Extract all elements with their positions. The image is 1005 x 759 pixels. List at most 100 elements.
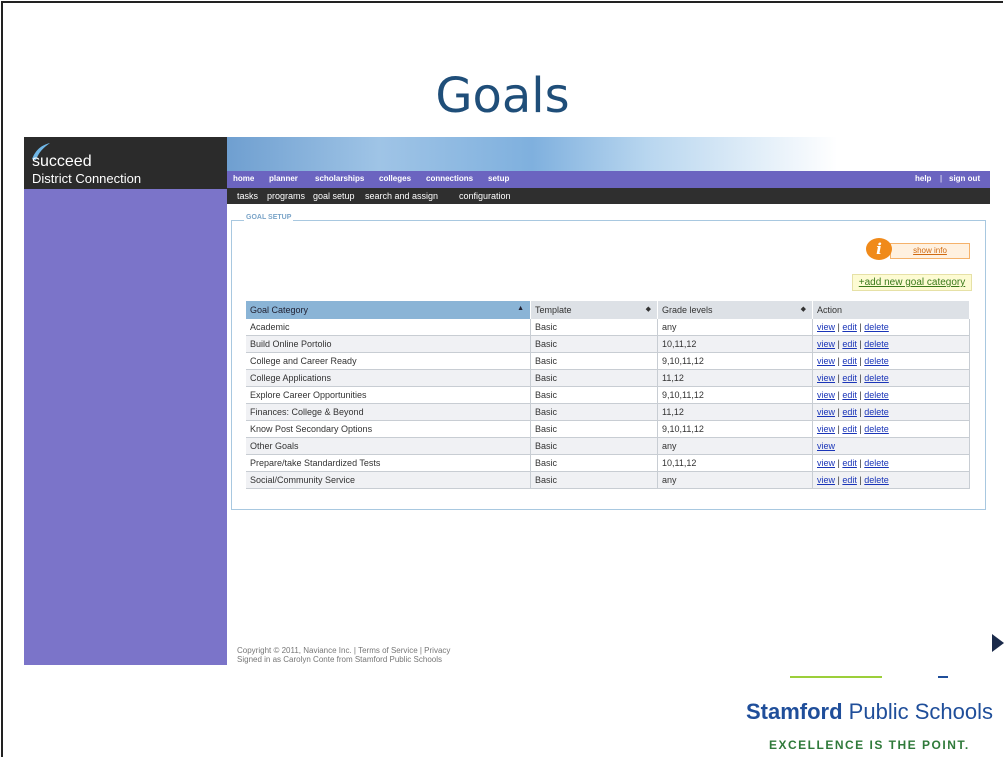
delete-link[interactable]: delete <box>864 322 889 332</box>
cell-grade-levels: 10,11,12 <box>657 335 813 353</box>
col-action: Action <box>812 301 970 319</box>
footer-signed-in: Signed in as Carolyn Conte from Stamford… <box>237 655 442 664</box>
action-separator: | <box>859 458 862 468</box>
view-link[interactable]: view <box>817 322 835 332</box>
edit-link[interactable]: edit <box>842 407 857 417</box>
action-separator: | <box>859 390 862 400</box>
cell-grade-levels: 9,10,11,12 <box>657 386 813 404</box>
nav-colleges[interactable]: colleges <box>379 174 411 183</box>
edit-link[interactable]: edit <box>842 373 857 383</box>
col-grade-levels-label: Grade levels <box>662 305 713 315</box>
cell-goal-category: Prepare/take Standardized Tests <box>246 454 531 472</box>
table-header-row: Goal Category ▲ Template ◆ Grade levels … <box>246 301 970 319</box>
district-tagline: EXCELLENCE IS THE POINT. <box>769 738 970 752</box>
view-link[interactable]: view <box>817 373 835 383</box>
cell-template: Basic <box>530 319 658 336</box>
cell-goal-category: Finances: College & Beyond <box>246 403 531 421</box>
cell-grade-levels: 9,10,11,12 <box>657 352 813 370</box>
view-link[interactable]: view <box>817 458 835 468</box>
subnav-programs[interactable]: programs <box>267 191 305 201</box>
nav-setup[interactable]: setup <box>488 174 509 183</box>
col-template[interactable]: Template ◆ <box>530 301 658 319</box>
view-link[interactable]: view <box>817 441 835 451</box>
district-accent-line <box>790 676 882 678</box>
table-row: College Applications Basic 11,12 view | edi… <box>246 369 970 387</box>
col-template-label: Template <box>535 305 572 315</box>
cell-action: view | edit | delete <box>812 352 970 370</box>
view-link[interactable]: view <box>817 407 835 417</box>
goal-setup-panel: GOAL SETUP show info i +add new goal cat… <box>231 214 986 510</box>
footer-copyright: Copyright © 2011, Naviance Inc. | Terms … <box>237 646 451 655</box>
nav-planner[interactable]: planner <box>269 174 298 183</box>
delete-link[interactable]: delete <box>864 390 889 400</box>
view-link[interactable]: view <box>817 356 835 366</box>
delete-link[interactable]: delete <box>864 407 889 417</box>
view-link[interactable]: view <box>817 475 835 485</box>
table-row: Prepare/take Standardized Tests Basic 10,1… <box>246 454 970 472</box>
view-link[interactable]: view <box>817 339 835 349</box>
cell-action: view | edit | delete <box>812 386 970 404</box>
cell-template: Basic <box>530 386 658 404</box>
footer: Copyright © 2011, Naviance Inc. | Terms … <box>237 646 450 664</box>
nav-sign-out[interactable]: sign out <box>949 174 980 183</box>
table-row: Know Post Secondary Options Basic 9,10,11,… <box>246 420 970 438</box>
cell-action: view | edit | delete <box>812 319 970 336</box>
subnav-tasks[interactable]: tasks <box>237 191 258 201</box>
goals-table: Goal Category ▲ Template ◆ Grade levels … <box>246 301 970 489</box>
nav-connections[interactable]: connections <box>426 174 473 183</box>
delete-link[interactable]: delete <box>864 373 889 383</box>
edit-link[interactable]: edit <box>842 356 857 366</box>
cell-template: Basic <box>530 352 658 370</box>
col-action-label: Action <box>817 305 843 315</box>
action-separator: | <box>837 339 840 349</box>
nav-scholarships[interactable]: scholarships <box>315 174 364 183</box>
edit-link[interactable]: edit <box>842 475 857 485</box>
cell-action: view | edit | delete <box>812 403 970 421</box>
goals-table-body: Academic Basic any view | edit | delete Buil… <box>246 319 970 489</box>
view-link[interactable]: view <box>817 390 835 400</box>
subnav-search-and-assign[interactable]: search and assign <box>365 191 438 201</box>
cell-action: view | edit | delete <box>812 454 970 472</box>
table-row: Explore Career Opportunities Basic 9,10,11… <box>246 386 970 404</box>
nav-separator: | <box>940 174 943 183</box>
cell-template: Basic <box>530 454 658 472</box>
table-row: Finances: College & Beyond Basic 11,12 view… <box>246 403 970 421</box>
cell-template: Basic <box>530 471 658 489</box>
col-goal-category[interactable]: Goal Category ▲ <box>246 301 531 319</box>
nav-home[interactable]: home <box>233 174 254 183</box>
delete-link[interactable]: delete <box>864 424 889 434</box>
cell-goal-category: Other Goals <box>246 437 531 455</box>
action-separator: | <box>859 339 862 349</box>
col-grade-levels[interactable]: Grade levels ◆ <box>657 301 813 319</box>
edit-link[interactable]: edit <box>842 339 857 349</box>
subnav-goal-setup[interactable]: goal setup <box>313 191 355 201</box>
view-link[interactable]: view <box>817 424 835 434</box>
edit-link[interactable]: edit <box>842 322 857 332</box>
action-separator: | <box>837 475 840 485</box>
play-icon[interactable] <box>992 634 1004 652</box>
edit-link[interactable]: edit <box>842 390 857 400</box>
edit-link[interactable]: edit <box>842 458 857 468</box>
info-icon[interactable]: i <box>866 238 892 260</box>
cell-action: view | edit | delete <box>812 335 970 353</box>
cell-goal-category: Know Post Secondary Options <box>246 420 531 438</box>
show-info-label[interactable]: show info <box>890 243 970 259</box>
action-separator: | <box>837 390 840 400</box>
add-goal-category-button[interactable]: +add new goal category <box>852 274 972 291</box>
cell-action: view | edit | delete <box>812 420 970 438</box>
show-info-button[interactable]: show info i <box>866 238 970 261</box>
cell-grade-levels: any <box>657 319 813 336</box>
subnav-configuration[interactable]: configuration <box>459 191 511 201</box>
delete-link[interactable]: delete <box>864 475 889 485</box>
delete-link[interactable]: delete <box>864 356 889 366</box>
cell-goal-category: College Applications <box>246 369 531 387</box>
delete-link[interactable]: delete <box>864 339 889 349</box>
delete-link[interactable]: delete <box>864 458 889 468</box>
action-separator: | <box>859 407 862 417</box>
cell-grade-levels: any <box>657 471 813 489</box>
edit-link[interactable]: edit <box>842 424 857 434</box>
sub-nav: tasks programs goal setup search and ass… <box>227 188 990 204</box>
sidebar <box>24 137 227 665</box>
nav-help[interactable]: help <box>915 174 931 183</box>
table-row: Other Goals Basic any view <box>246 437 970 455</box>
